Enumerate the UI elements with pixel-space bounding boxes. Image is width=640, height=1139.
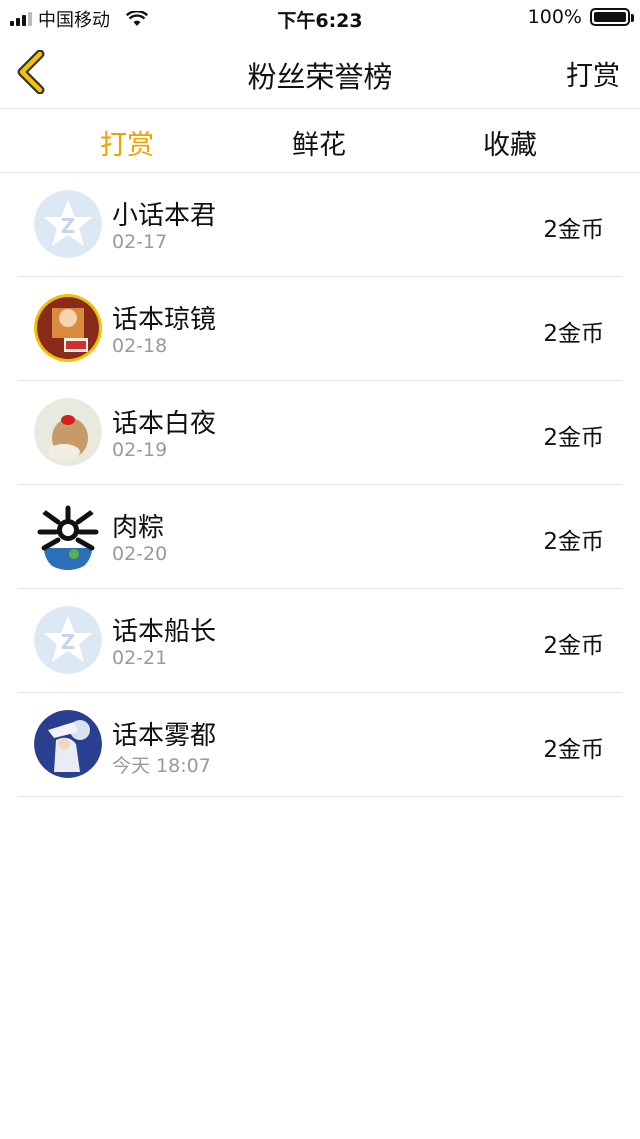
reward-amount: 2金币	[543, 321, 604, 347]
list-item[interactable]: 话本白夜 02-19 2金币	[18, 381, 622, 485]
user-name: 肉粽	[112, 513, 165, 543]
svg-text:Z: Z	[61, 214, 76, 238]
default-avatar-icon: Z	[34, 606, 102, 674]
tab-flowers[interactable]: 鲜花	[292, 123, 346, 162]
tab-reward[interactable]: 打赏	[100, 123, 154, 162]
reward-amount: 2金币	[543, 633, 604, 659]
status-right: 100%	[527, 6, 634, 28]
battery-icon	[590, 8, 634, 26]
user-avatar	[34, 502, 102, 570]
reward-date: 02-19	[112, 439, 168, 461]
user-name: 话本白夜	[112, 409, 217, 439]
user-avatar	[34, 294, 102, 362]
reward-amount: 2金币	[543, 425, 604, 451]
user-name: 话本雾都	[112, 721, 217, 751]
reward-amount: 2金币	[543, 529, 604, 555]
list-item[interactable]: 话本雾都 今天 18:07 2金币	[18, 693, 622, 797]
tab-favorites[interactable]: 收藏	[483, 123, 537, 162]
user-name: 话本琼镜	[112, 305, 217, 335]
user-avatar	[34, 398, 102, 466]
reward-amount: 2金币	[543, 737, 604, 763]
user-name: 小话本君	[112, 201, 217, 231]
reward-date: 02-17	[112, 231, 168, 253]
svg-text:Z: Z	[61, 630, 76, 654]
fan-list: Z 小话本君 02-17 2金币 话本琼镜 02-18 2金币 话本白夜 02-…	[0, 173, 640, 797]
nav-bar: 粉丝荣誉榜 打赏	[0, 36, 640, 109]
list-item[interactable]: 话本琼镜 02-18 2金币	[18, 277, 622, 381]
reward-button[interactable]: 打赏	[566, 54, 620, 93]
reward-date: 02-21	[112, 647, 168, 669]
user-avatar	[34, 710, 102, 778]
reward-amount: 2金币	[543, 217, 604, 243]
tab-bar: 打赏 鲜花 收藏	[0, 109, 640, 173]
page-title: 粉丝荣誉榜	[247, 60, 393, 94]
list-item[interactable]: 肉粽 02-20 2金币	[18, 485, 622, 589]
reward-date: 02-18	[112, 335, 168, 357]
list-item[interactable]: Z 话本船长 02-21 2金币	[18, 589, 622, 693]
reward-date: 今天 18:07	[112, 755, 211, 777]
default-avatar-icon: Z	[34, 190, 102, 258]
list-item[interactable]: Z 小话本君 02-17 2金币	[18, 173, 622, 277]
reward-date: 02-20	[112, 543, 168, 565]
battery-percent: 100%	[527, 6, 582, 28]
status-bar: 中国移动 下午6:23 100%	[0, 0, 640, 36]
user-name: 话本船长	[112, 617, 217, 647]
